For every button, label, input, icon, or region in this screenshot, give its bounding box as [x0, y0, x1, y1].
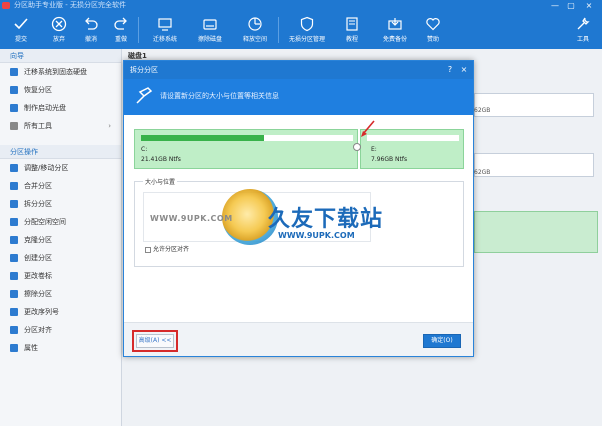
toolbar-backup-button[interactable]: 免费备份 — [380, 13, 410, 47]
merge-icon — [10, 182, 18, 190]
tutorial-icon — [337, 13, 367, 35]
ok-button[interactable]: 确定(O) — [423, 334, 461, 348]
dialog-close-icon[interactable]: × — [459, 65, 469, 75]
resize-icon — [10, 164, 18, 172]
disk-size-a: 62GB — [474, 107, 491, 114]
group-title: 大小与位置 — [143, 177, 178, 186]
watermark: WWW.9UPK.COM 久友下载站 WWW.9UPK.COM — [150, 189, 440, 249]
sidebar-item-boot-disc[interactable]: 制作启动光盘 — [0, 99, 121, 117]
create-icon — [10, 254, 18, 262]
redo-icon — [106, 13, 136, 35]
heart-icon — [418, 13, 448, 35]
dialog-title: 拆分分区 — [130, 66, 158, 74]
more-icon — [10, 122, 18, 130]
sidebar-item-label[interactable]: 更改卷标 — [0, 267, 121, 285]
toolbar-migrate-os-button[interactable]: 迁移系统 — [150, 13, 180, 47]
help-icon[interactable]: ? — [445, 65, 455, 75]
sidebar-item-wipe[interactable]: 擦除分区 — [0, 285, 121, 303]
migrate-os-icon — [150, 13, 180, 35]
split-partition-dialog: 拆分分区 ? × 请设置新分区的大小与位置等相关信息 C: 21.41GB Nt… — [123, 60, 474, 357]
partition-e-info: 7.96GB Ntfs — [371, 156, 408, 163]
split-icon — [136, 87, 153, 104]
sidebar-item-create[interactable]: 创建分区 — [0, 249, 121, 267]
dialog-footer: 高级(A) << 确定(O) — [124, 322, 473, 356]
recover-icon — [10, 86, 18, 94]
boot-disc-icon — [10, 104, 18, 112]
wipe-disk-icon — [195, 13, 225, 35]
usage-bar-bg — [367, 135, 459, 141]
disk-partition-box[interactable] — [474, 153, 594, 177]
disk-size-b: 62GB — [474, 169, 491, 176]
toolbar-tutorial-button[interactable]: 教程 — [337, 13, 367, 47]
maximize-icon[interactable]: ▢ — [564, 0, 578, 11]
toolbar-separator — [138, 17, 139, 43]
usage-bar-fill — [141, 135, 264, 141]
split-drag-handle[interactable] — [353, 143, 361, 151]
sidebar-item-properties[interactable]: 属性 — [0, 339, 121, 357]
align-icon — [10, 326, 18, 334]
info-icon — [10, 344, 18, 352]
sidebar-item-recover-partition[interactable]: 恢复分区 — [0, 81, 121, 99]
toolbar-separator — [278, 17, 279, 43]
watermark-brand: 久友下载站 — [268, 207, 384, 232]
sidebar-item-clone[interactable]: 克隆分区 — [0, 231, 121, 249]
sidebar-item-migrate-ssd[interactable]: 迁移系统到固态硬盘 — [0, 63, 121, 81]
toolbar-sponsor-button[interactable]: 赞助 — [418, 13, 448, 47]
partition-e-letter: E: — [371, 146, 377, 153]
chevron-right-icon: › — [108, 122, 111, 130]
label-icon — [10, 272, 18, 280]
cancel-icon — [44, 13, 74, 35]
toolbar-commit-button[interactable]: 提交 — [6, 13, 36, 47]
partition-c-letter: C: — [141, 146, 148, 153]
dialog-header: 请设置新分区的大小与位置等相关信息 — [124, 79, 473, 115]
serial-icon — [10, 308, 18, 316]
partition-c-info: 21.41GB Ntfs — [141, 156, 181, 163]
app-logo-icon — [2, 2, 10, 9]
disk-partition-box[interactable] — [474, 93, 594, 117]
tools-icon — [568, 13, 598, 35]
wipe-icon — [10, 290, 18, 298]
annotation-arrow-icon — [361, 120, 375, 137]
toolbar-free-space-button[interactable]: 释放空间 — [240, 13, 270, 47]
sidebar-item-serial[interactable]: 更改序列号 — [0, 303, 121, 321]
watermark-url-right: WWW.9UPK.COM — [278, 231, 355, 240]
watermark-url-left: WWW.9UPK.COM — [150, 214, 233, 223]
toolbar-wipe-disk-button[interactable]: 擦除磁盘 — [195, 13, 225, 47]
shield-icon — [292, 13, 322, 35]
check-icon — [6, 13, 36, 35]
sidebar-item-all-tools[interactable]: 所有工具 › — [0, 117, 121, 135]
advanced-toggle-button[interactable]: 高级(A) << — [136, 334, 174, 348]
partition-c[interactable]: C: 21.41GB Ntfs — [134, 129, 358, 169]
allocate-icon — [10, 218, 18, 226]
undo-icon — [76, 13, 106, 35]
toolbar-redo-button[interactable]: 重做 — [106, 13, 136, 47]
split-icon — [10, 200, 18, 208]
wizard-section-title: 向导 — [0, 49, 121, 63]
sidebar-item-allocate[interactable]: 分配空闲空间 — [0, 213, 121, 231]
sidebar: 向导 迁移系统到固态硬盘 恢复分区 制作启动光盘 所有工具 › 分区操作 调整/移… — [0, 49, 122, 426]
title-bar: 分区助手专业版 - 无损分区完全软件 — ▢ × — [0, 0, 602, 11]
sidebar-item-resize[interactable]: 调整/移动分区 — [0, 159, 121, 177]
sidebar-item-split[interactable]: 拆分分区 — [0, 195, 121, 213]
close-icon[interactable]: × — [582, 0, 596, 11]
toolbar-partition-manager-button[interactable]: 无损分区管理 — [289, 13, 325, 47]
migrate-ssd-icon — [10, 68, 18, 76]
free-space-icon — [240, 13, 270, 35]
backup-icon — [380, 13, 410, 35]
dialog-header-message: 请设置新分区的大小与位置等相关信息 — [160, 92, 279, 100]
minimize-icon[interactable]: — — [548, 0, 562, 11]
disk-partition-box-selected[interactable] — [474, 211, 598, 253]
clone-icon — [10, 236, 18, 244]
ops-section-title: 分区操作 — [0, 145, 121, 159]
partition-split-view: C: 21.41GB Ntfs E: 7.96GB Ntfs — [134, 120, 464, 169]
toolbar-tools-button[interactable]: 工具 — [568, 13, 598, 47]
dialog-title-bar: 拆分分区 ? × — [124, 61, 473, 79]
toolbar: 提交 放弃 撤消 重做 迁移系统 擦除磁盘 释放空间 无损分区管理 教程 免费备… — [0, 11, 602, 49]
sidebar-item-align[interactable]: 分区对齐 — [0, 321, 121, 339]
sidebar-item-merge[interactable]: 合并分区 — [0, 177, 121, 195]
window-title: 分区助手专业版 - 无损分区完全软件 — [14, 1, 126, 9]
